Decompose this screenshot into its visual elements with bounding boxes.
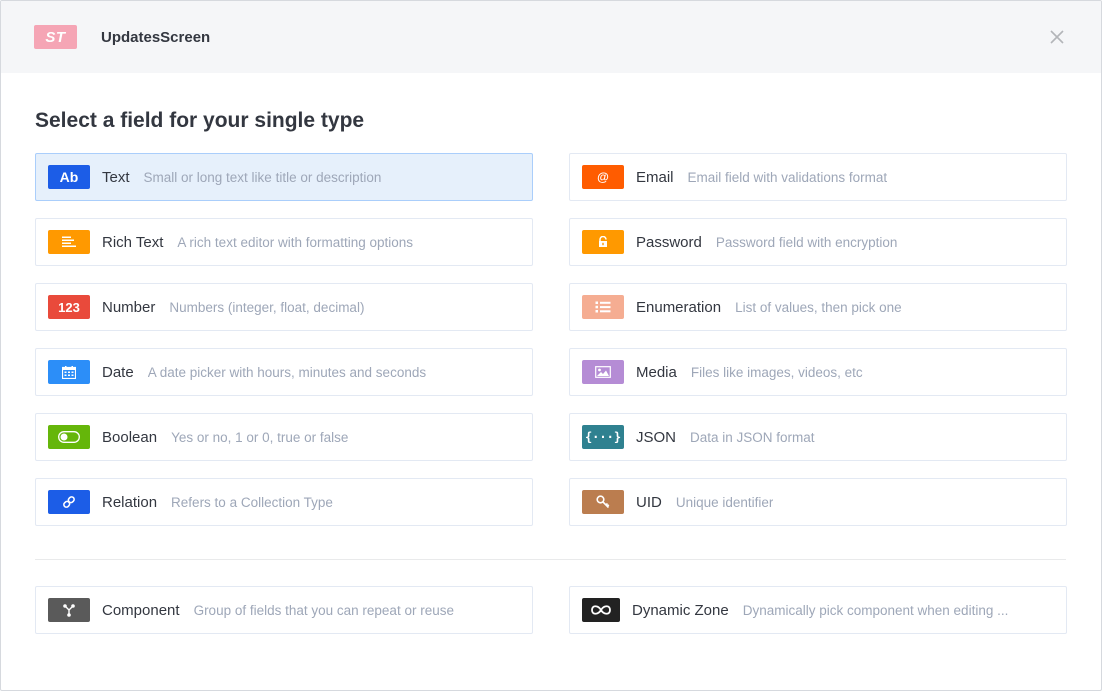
field-type-media[interactable]: Media Files like images, videos, etc — [569, 348, 1067, 396]
field-type-text[interactable]: Ab Text Small or long text like title or… — [35, 153, 533, 201]
section-title: Select a field for your single type — [35, 109, 365, 132]
field-description: A date picker with hours, minutes and se… — [147, 364, 427, 380]
rich-text-icon — [48, 230, 90, 254]
field-type-rich-text[interactable]: Rich Text A rich text editor with format… — [35, 218, 533, 266]
close-button[interactable] — [1047, 27, 1067, 47]
field-type-json[interactable]: {···} JSON Data in JSON format — [569, 413, 1067, 461]
field-type-component[interactable]: Component Group of fields that you can r… — [35, 586, 533, 634]
field-label: Text — [102, 168, 130, 186]
field-description: Dynamically pick component when editing … — [742, 602, 1009, 618]
field-type-dynamic-zone[interactable]: Dynamic Zone Dynamically pick component … — [569, 586, 1067, 634]
field-description: Yes or no, 1 or 0, true or false — [171, 429, 349, 445]
single-type-badge: ST — [34, 25, 77, 49]
field-label: Rich Text — [102, 233, 164, 251]
modal-body: Select a field for your single type Ab T… — [1, 108, 1101, 634]
field-label: Relation — [102, 493, 158, 511]
field-type-number[interactable]: 123 Number Numbers (integer, float, deci… — [35, 283, 533, 331]
field-type-email[interactable]: @ Email Email field with validations for… — [569, 153, 1067, 201]
section-divider — [35, 559, 1066, 560]
field-type-relation[interactable]: Relation Refers to a Collection Type — [35, 478, 533, 526]
at-icon: @ — [582, 165, 624, 189]
calendar-icon — [48, 360, 90, 384]
field-type-password[interactable]: Password Password field with encryption — [569, 218, 1067, 266]
link-icon — [48, 490, 90, 514]
field-type-boolean[interactable]: Boolean Yes or no, 1 or 0, true or false — [35, 413, 533, 461]
field-label: Boolean — [102, 428, 158, 446]
field-description: Data in JSON format — [690, 429, 815, 445]
field-label: Enumeration — [636, 298, 722, 316]
field-description: Files like images, videos, etc — [690, 364, 863, 380]
field-description: Password field with encryption — [715, 234, 898, 250]
image-icon — [582, 360, 624, 384]
field-label: Date — [102, 363, 134, 381]
text-ab-icon: Ab — [48, 165, 90, 189]
key-icon — [582, 490, 624, 514]
field-description: Email field with validations format — [687, 169, 888, 185]
toggle-icon — [48, 425, 90, 449]
field-description: List of values, then pick one — [735, 299, 902, 315]
field-description: Small or long text like title or descrip… — [143, 169, 382, 185]
number-123-icon: 123 — [48, 295, 90, 319]
field-type-grid: Ab Text Small or long text like title or… — [35, 153, 1067, 526]
infinity-icon — [582, 598, 620, 622]
field-description: Refers to a Collection Type — [171, 494, 333, 510]
json-braces-icon: {···} — [582, 425, 624, 449]
field-description: A rich text editor with formatting optio… — [177, 234, 414, 250]
field-label: Email — [636, 168, 674, 186]
field-description: Numbers (integer, float, decimal) — [169, 299, 365, 315]
field-type-date[interactable]: Date A date picker with hours, minutes a… — [35, 348, 533, 396]
field-description: Group of fields that you can repeat or r… — [193, 602, 454, 618]
field-label: Media — [636, 363, 677, 381]
list-icon — [582, 295, 624, 319]
field-label: Number — [102, 298, 156, 316]
field-label: Password — [636, 233, 702, 251]
close-icon — [1050, 30, 1064, 44]
component-icon — [48, 598, 90, 622]
field-label: Dynamic Zone — [632, 601, 729, 619]
field-label: Component — [102, 601, 180, 619]
field-type-uid[interactable]: UID Unique identifier — [569, 478, 1067, 526]
field-label: JSON — [636, 428, 677, 446]
modal-title: UpdatesScreen — [101, 28, 211, 46]
component-type-grid: Component Group of fields that you can r… — [35, 586, 1067, 634]
lock-icon — [582, 230, 624, 254]
modal-header: ST UpdatesScreen — [1, 1, 1101, 73]
field-picker-modal: ST UpdatesScreen Select a field for your… — [0, 0, 1102, 691]
field-type-enumeration[interactable]: Enumeration List of values, then pick on… — [569, 283, 1067, 331]
field-label: UID — [636, 493, 662, 511]
field-description: Unique identifier — [675, 494, 774, 510]
